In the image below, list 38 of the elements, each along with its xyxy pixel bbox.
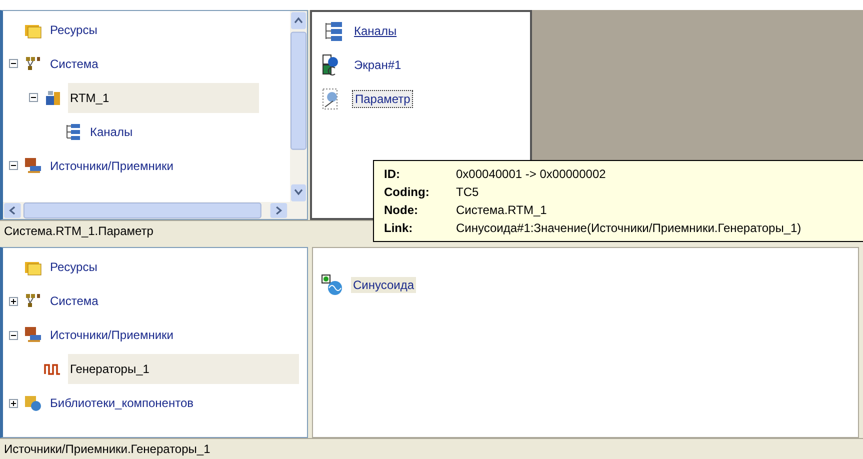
channels-icon [64, 122, 82, 141]
io-icon [24, 326, 42, 344]
list-item[interactable]: Синусоида [351, 277, 416, 294]
list-item[interactable]: Каналы [352, 22, 399, 39]
tooltip-value: Синусоида#1:Значение(Источники/Приемники.Генераторы_1) [456, 221, 802, 235]
tree-item[interactable]: Ресурсы [48, 252, 106, 282]
library-icon [24, 394, 42, 412]
tooltip-value: 0x00040001 -> 0x00000002 [456, 167, 606, 181]
expander-icon[interactable] [9, 161, 18, 170]
device-icon [44, 88, 62, 107]
tree-item[interactable]: Ресурсы [48, 14, 106, 45]
expander-icon[interactable] [9, 296, 18, 306]
horizontal-scrollbar[interactable] [3, 202, 307, 220]
sine-icon [321, 274, 343, 296]
tooltip-label: Coding: [384, 185, 430, 199]
tree-item[interactable]: Система [48, 286, 106, 316]
tooltip-label: ID: [384, 167, 401, 181]
expander-icon[interactable] [9, 398, 18, 408]
tree-item[interactable]: Каналы [88, 116, 141, 147]
list-item[interactable]: Параметр [352, 90, 414, 108]
network-icon [24, 54, 42, 73]
tooltip-value: Система.RTM_1 [456, 203, 547, 217]
status-bar: Источники/Приемники.Генераторы_1 [0, 438, 863, 459]
expander-icon[interactable] [9, 330, 18, 340]
expander-icon[interactable] [9, 59, 18, 68]
tree-item[interactable]: Источники/Приемники [48, 320, 182, 350]
io-icon [24, 156, 42, 175]
tree-item[interactable]: Система [48, 48, 106, 79]
list-item[interactable]: Экран#1 [352, 56, 404, 73]
tooltip-value: TC5 [456, 185, 479, 199]
tree-item[interactable]: RTM_1 [68, 82, 260, 113]
expander-icon[interactable] [29, 93, 38, 102]
tree-item[interactable]: Источники/Приемники [48, 150, 182, 181]
tree-item[interactable]: Библиотеки_компонентов [48, 388, 202, 418]
tooltip-label: Node: [384, 203, 419, 217]
tooltip-label: Link: [384, 221, 414, 235]
tree-item[interactable]: Генераторы_1 [68, 354, 300, 384]
vertical-scrollbar[interactable] [290, 10, 307, 202]
